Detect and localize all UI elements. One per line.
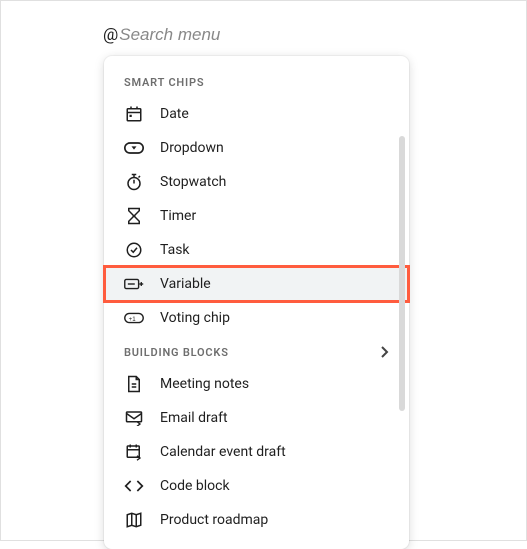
menu-item-label: Date — [160, 106, 189, 122]
scrollbar[interactable] — [399, 136, 405, 411]
at-symbol: @ — [103, 25, 118, 45]
menu-item-label: Voting chip — [160, 310, 230, 326]
search-bar[interactable]: @ — [1, 1, 526, 45]
section-label: SMART CHIPS — [124, 76, 204, 89]
menu-item-product-roadmap[interactable]: Product roadmap — [104, 503, 409, 537]
code-block-icon — [124, 476, 144, 496]
timer-icon — [124, 206, 144, 226]
menu-item-calendar-event-draft[interactable]: Calendar event draft — [104, 435, 409, 469]
menu-item-label: Variable — [160, 276, 211, 292]
menu-item-voting-chip[interactable]: +1 Voting chip — [104, 301, 409, 335]
menu-item-dropdown[interactable]: Dropdown — [104, 131, 409, 165]
stopwatch-icon — [124, 172, 144, 192]
dropdown-icon — [124, 138, 144, 158]
search-input[interactable] — [119, 25, 319, 45]
menu-item-label: Code block — [160, 478, 230, 494]
menu-item-variable[interactable]: Variable — [104, 267, 409, 301]
variable-icon — [124, 274, 144, 294]
menu-item-stopwatch[interactable]: Stopwatch — [104, 165, 409, 199]
task-icon — [124, 240, 144, 260]
section-header-smart-chips: SMART CHIPS — [104, 66, 409, 97]
svg-text:+1: +1 — [129, 316, 137, 323]
menu-item-timer[interactable]: Timer — [104, 199, 409, 233]
menu-item-label: Timer — [160, 208, 196, 224]
menu-item-label: Task — [160, 242, 190, 258]
calendar-event-draft-icon — [124, 442, 144, 462]
date-icon — [124, 104, 144, 124]
chevron-right-icon — [379, 345, 389, 359]
meeting-notes-icon — [124, 374, 144, 394]
search-menu: SMART CHIPS Date Dropdown — [104, 56, 409, 549]
menu-item-email-draft[interactable]: Email draft — [104, 401, 409, 435]
menu-item-label: Stopwatch — [160, 174, 226, 190]
product-roadmap-icon — [124, 510, 144, 530]
menu-item-label: Meeting notes — [160, 376, 249, 392]
menu-item-label: Dropdown — [160, 140, 224, 156]
section-label: BUILDING BLOCKS — [124, 346, 229, 359]
menu-item-label: Email draft — [160, 410, 228, 426]
menu-item-label: Product roadmap — [160, 512, 268, 528]
menu-item-code-block[interactable]: Code block — [104, 469, 409, 503]
section-header-building-blocks[interactable]: BUILDING BLOCKS — [104, 335, 409, 367]
voting-chip-icon: +1 — [124, 308, 144, 328]
menu-item-date[interactable]: Date — [104, 97, 409, 131]
menu-item-task[interactable]: Task — [104, 233, 409, 267]
email-draft-icon — [124, 408, 144, 428]
menu-item-meeting-notes[interactable]: Meeting notes — [104, 367, 409, 401]
menu-item-label: Calendar event draft — [160, 444, 286, 460]
